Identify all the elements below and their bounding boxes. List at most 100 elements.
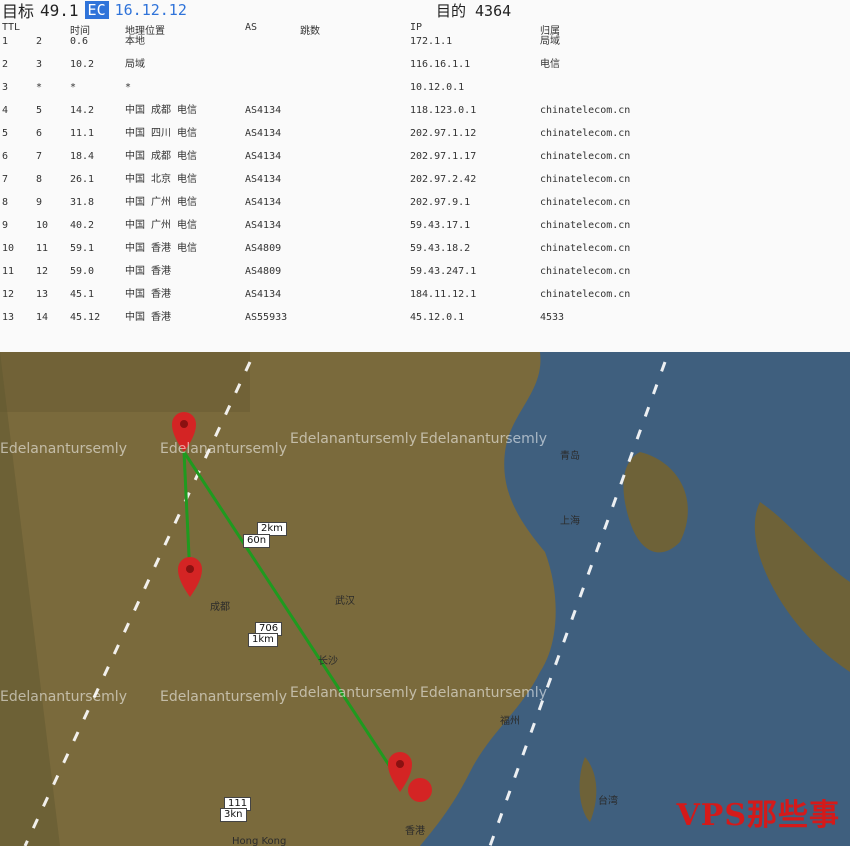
table-cell: AS4134 — [245, 105, 282, 116]
col-ttl: TTL — [2, 22, 21, 33]
table-row: 8 9 31.8 中国 广州 电信 AS4134 202.97.9.1 chinatelec… — [0, 197, 850, 208]
table-row: 3 * * * 10.12.0.1 — [0, 82, 850, 93]
watermark: Edelanantursemly — [290, 685, 417, 701]
table-cell: AS4809 — [245, 243, 282, 254]
table-cell: 中国 广州 电信 — [125, 197, 198, 208]
table-cell: 局域 — [540, 36, 560, 47]
table-cell: 11 — [36, 243, 49, 254]
watermark: Edelanantursemly — [0, 689, 127, 705]
table-cell: 202.97.9.1 — [410, 197, 471, 208]
table-cell: chinatelecom.cn — [540, 220, 631, 231]
table-cell: 中国 香港 电信 — [125, 243, 198, 254]
target-ip-box[interactable]: EC — [84, 1, 109, 19]
col-ip: IP — [410, 22, 423, 33]
table-cell: 中国 四川 电信 — [125, 128, 198, 139]
place-label: 上海 — [560, 516, 580, 527]
table-cell: chinatelecom.cn — [540, 289, 631, 300]
table-cell: 10 — [36, 220, 49, 231]
table-cell: 9 — [2, 220, 9, 231]
table-cell: 中国 成都 电信 — [125, 151, 198, 162]
table-cell: 31.8 — [70, 197, 95, 208]
distance-label: 3kn — [220, 808, 247, 822]
table-row: 7 8 26.1 中国 北京 电信 AS4134 202.97.2.42 chinatele… — [0, 174, 850, 185]
table-cell: AS4134 — [245, 220, 282, 231]
table-cell: 7 — [36, 151, 43, 162]
place-label: Hong Kong — [232, 836, 287, 846]
table-cell: 中国 广州 电信 — [125, 220, 198, 231]
table-cell: 59.43.247.1 — [410, 266, 477, 277]
table-cell: 12 — [2, 289, 15, 300]
table-cell: AS4134 — [245, 289, 282, 300]
host-label: 目的 4364 — [436, 2, 512, 20]
table-row: 11 12 59.0 中国 香港 AS4809 59.43.247.1 chinatelec… — [0, 266, 850, 277]
place-label: 香港 — [405, 826, 425, 837]
table-cell: 184.11.12.1 — [410, 289, 477, 300]
table-cell: 172.1.1 — [410, 36, 453, 47]
table-cell: 45.12 — [70, 312, 101, 323]
table-cell: 116.16.1.1 — [410, 59, 471, 70]
table-cell: AS4134 — [245, 174, 282, 185]
table-cell: 5 — [2, 128, 9, 139]
table-cell: 局域 — [125, 59, 145, 70]
col-as: AS — [245, 22, 258, 33]
table-cell: 4533 — [540, 312, 565, 323]
table-cell: 59.43.18.2 — [410, 243, 471, 254]
table-row: 1 2 0.6 本地 172.1.1 局域 — [0, 36, 850, 47]
watermark: Edelanantursemly — [160, 441, 287, 457]
place-label: 青岛 — [560, 451, 580, 462]
table-row: 4 5 14.2 中国 成都 电信 AS4134 118.123.0.1 chinatele… — [0, 105, 850, 116]
table-cell: 11.1 — [70, 128, 95, 139]
distance-label: 60n — [243, 534, 271, 548]
table-cell: 8 — [36, 174, 43, 185]
table-cell: 5 — [36, 105, 43, 116]
table-cell: 中国 北京 电信 — [125, 174, 198, 185]
table-cell: 1 — [2, 36, 9, 47]
col-owner: 归属 — [540, 26, 560, 37]
place-label: 成都 — [210, 602, 230, 613]
table-cell: 45.1 — [70, 289, 95, 300]
table-cell: 14.2 — [70, 105, 95, 116]
target-ip-partial: 49.1 — [40, 0, 79, 20]
table-cell: chinatelecom.cn — [540, 197, 631, 208]
table-cell: * — [125, 82, 132, 93]
table-cell: 中国 香港 — [125, 312, 172, 323]
table-cell: 14 — [36, 312, 49, 323]
table-cell: 59.0 — [70, 266, 95, 277]
table-cell: 4 — [2, 105, 9, 116]
table-row: 12 13 45.1 中国 香港 AS4134 184.11.12.1 chinatelec… — [0, 289, 850, 300]
table-cell: 13 — [2, 312, 15, 323]
table-cell: AS4134 — [245, 151, 282, 162]
table-cell: chinatelecom.cn — [540, 105, 631, 116]
table-cell: 2 — [36, 36, 43, 47]
watermark: Edelanantursemly — [0, 441, 127, 457]
table-cell: 8 — [2, 197, 9, 208]
place-label: 武汉 — [335, 596, 355, 607]
table-cell: * — [36, 82, 43, 93]
table-cell: 202.97.1.17 — [410, 151, 477, 162]
col-hops: 跳数 — [300, 26, 320, 37]
table-row: 6 7 18.4 中国 成都 电信 AS4134 202.97.1.17 chinatele… — [0, 151, 850, 162]
table-cell: AS4134 — [245, 197, 282, 208]
table-cell: 6 — [2, 151, 9, 162]
traceroute-panel: 目标 49.1 EC 16.12.12 目的 4364 TTL 时间 地理位置 … — [0, 0, 850, 354]
table-cell: 6 — [36, 128, 43, 139]
table-row: 5 6 11.1 中国 四川 电信 AS4134 202.97.1.12 chinatele… — [0, 128, 850, 139]
table-cell: 电信 — [540, 59, 560, 70]
table-cell: 中国 香港 — [125, 289, 172, 300]
table-cell: 2 — [2, 59, 9, 70]
table-row: 13 14 45.12 中国 香港 AS55933 45.12.0.1 4533 — [0, 312, 850, 323]
table-cell: 3 — [36, 59, 43, 70]
table-cell: 13 — [36, 289, 49, 300]
route-map[interactable]: Edelanantursemly Edelanantursemly Edelan… — [0, 352, 850, 846]
table-cell: AS4134 — [245, 128, 282, 139]
table-cell: 3 — [2, 82, 9, 93]
watermark: Edelanantursemly — [420, 685, 547, 701]
table-cell: 59.1 — [70, 243, 95, 254]
table-cell: 9 — [36, 197, 43, 208]
table-cell: 45.12.0.1 — [410, 312, 465, 323]
table-cell: 10.2 — [70, 59, 95, 70]
pin-destination[interactable] — [408, 778, 432, 802]
table-cell: 11 — [2, 266, 15, 277]
table-cell: 0.6 — [70, 36, 89, 47]
table-row: 2 3 10.2 局域 116.16.1.1 电信 — [0, 59, 850, 70]
